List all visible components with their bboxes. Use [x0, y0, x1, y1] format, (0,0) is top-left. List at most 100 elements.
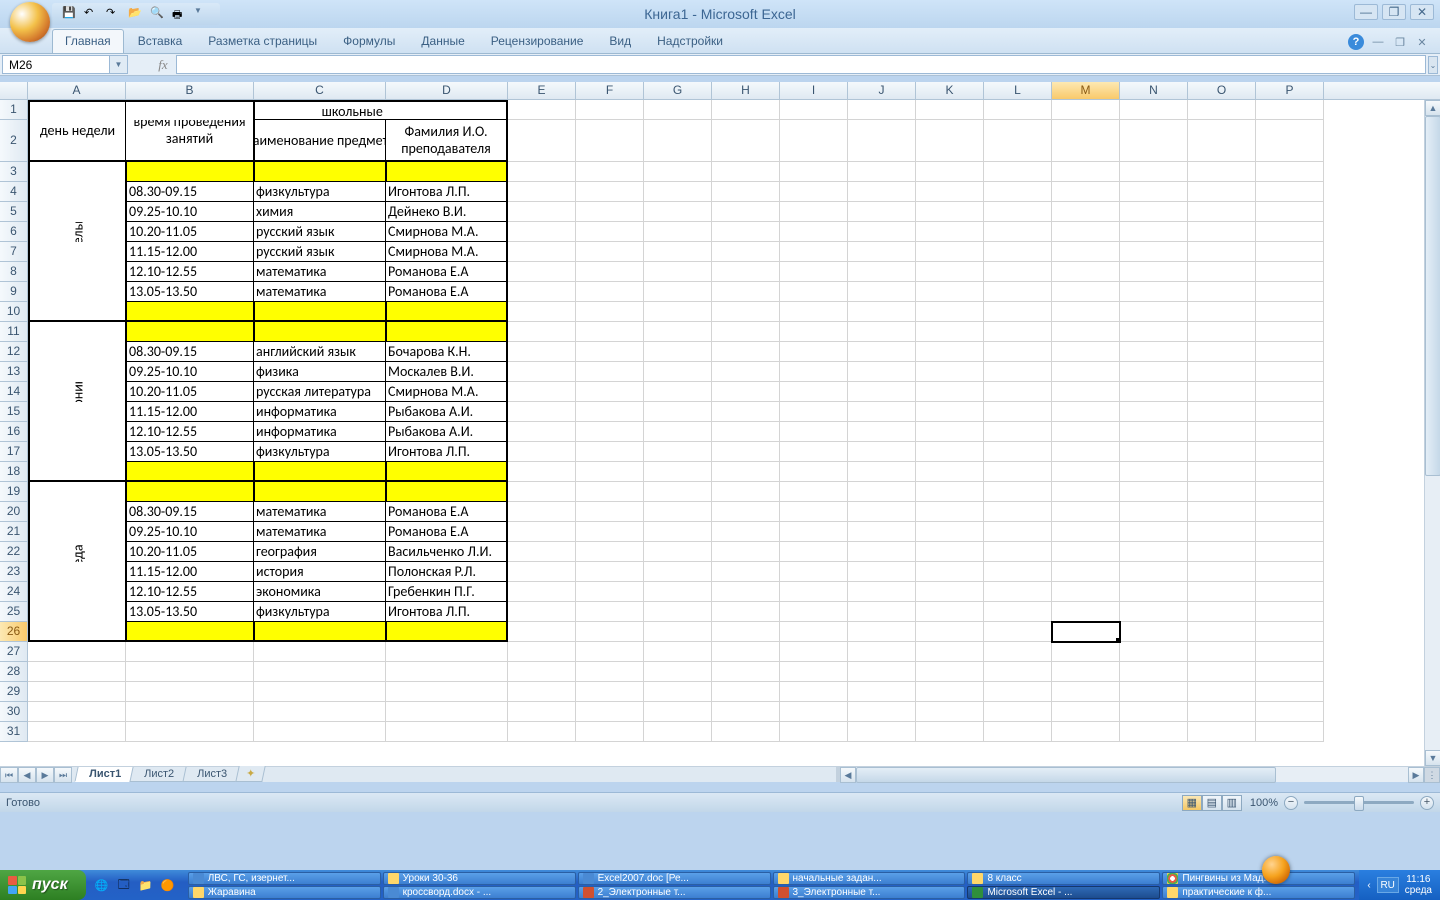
cell-H28[interactable]	[712, 662, 780, 682]
close-button[interactable]: ✕	[1410, 4, 1434, 20]
cell-P28[interactable]	[1256, 662, 1324, 682]
cell-I30[interactable]	[780, 702, 848, 722]
cell-G22[interactable]	[644, 542, 712, 562]
cell-B18[interactable]	[126, 462, 254, 482]
zoom-out-button[interactable]: −	[1284, 796, 1298, 810]
cell-B4[interactable]: 08.30-09.15	[126, 182, 254, 202]
cell-H12[interactable]	[712, 342, 780, 362]
taskbar-button[interactable]: Microsoft Excel - ...	[967, 886, 1160, 899]
ribbon-tab-1[interactable]: Вставка	[126, 30, 195, 53]
cell-M15[interactable]	[1052, 402, 1120, 422]
cell-C2[interactable]: наименование предмета	[254, 120, 386, 162]
cell-K14[interactable]	[916, 382, 984, 402]
cell-N31[interactable]	[1120, 722, 1188, 742]
cell-A8[interactable]	[28, 262, 126, 282]
ribbon-tab-4[interactable]: Данные	[409, 30, 476, 53]
row-header-13[interactable]: 13	[0, 362, 28, 382]
cell-N30[interactable]	[1120, 702, 1188, 722]
cell-B5[interactable]: 09.25-10.10	[126, 202, 254, 222]
cell-D26[interactable]	[386, 622, 508, 642]
cell-F24[interactable]	[576, 582, 644, 602]
cell-G6[interactable]	[644, 222, 712, 242]
cell-J2[interactable]	[848, 120, 916, 162]
cell-N28[interactable]	[1120, 662, 1188, 682]
cell-C7[interactable]: русский язык	[254, 242, 386, 262]
cell-K3[interactable]	[916, 162, 984, 182]
cell-B30[interactable]	[126, 702, 254, 722]
qat-dropdown-icon[interactable]: ▼	[194, 6, 210, 22]
cell-D16[interactable]: Рыбакова А.И.	[386, 422, 508, 442]
cell-A9[interactable]	[28, 282, 126, 302]
cell-G18[interactable]	[644, 462, 712, 482]
cell-K30[interactable]	[916, 702, 984, 722]
cell-K20[interactable]	[916, 502, 984, 522]
cell-D6[interactable]: Смирнова М.А.	[386, 222, 508, 242]
cell-J29[interactable]	[848, 682, 916, 702]
cell-F11[interactable]	[576, 322, 644, 342]
cell-H17[interactable]	[712, 442, 780, 462]
cell-N22[interactable]	[1120, 542, 1188, 562]
cell-H24[interactable]	[712, 582, 780, 602]
cell-F20[interactable]	[576, 502, 644, 522]
cell-K28[interactable]	[916, 662, 984, 682]
cell-H8[interactable]	[712, 262, 780, 282]
cell-M21[interactable]	[1052, 522, 1120, 542]
row-header-12[interactable]: 12	[0, 342, 28, 362]
cell-D21[interactable]: Романова Е.А	[386, 522, 508, 542]
cell-H1[interactable]	[712, 100, 780, 120]
cell-E1[interactable]	[508, 100, 576, 120]
cell-D29[interactable]	[386, 682, 508, 702]
cell-M2[interactable]	[1052, 120, 1120, 162]
cell-A29[interactable]	[28, 682, 126, 702]
cell-M5[interactable]	[1052, 202, 1120, 222]
cell-M3[interactable]	[1052, 162, 1120, 182]
cell-A25[interactable]	[28, 602, 126, 622]
cell-H31[interactable]	[712, 722, 780, 742]
cell-L16[interactable]	[984, 422, 1052, 442]
cell-H3[interactable]	[712, 162, 780, 182]
cell-P6[interactable]	[1256, 222, 1324, 242]
cell-K22[interactable]	[916, 542, 984, 562]
quick-launch-chrome[interactable]: 🌐	[92, 874, 112, 896]
cell-N18[interactable]	[1120, 462, 1188, 482]
row-header-20[interactable]: 20	[0, 502, 28, 522]
cell-E17[interactable]	[508, 442, 576, 462]
cell-P5[interactable]	[1256, 202, 1324, 222]
mdi-minimize-button[interactable]: —	[1370, 35, 1386, 49]
cell-M24[interactable]	[1052, 582, 1120, 602]
cell-C29[interactable]	[254, 682, 386, 702]
cell-A16[interactable]	[28, 422, 126, 442]
column-header-C[interactable]: C	[254, 82, 386, 99]
cell-M4[interactable]	[1052, 182, 1120, 202]
cell-C23[interactable]: история	[254, 562, 386, 582]
cell-I5[interactable]	[780, 202, 848, 222]
cell-O15[interactable]	[1188, 402, 1256, 422]
taskbar-button[interactable]: начальные задан...	[773, 872, 966, 885]
cell-A7[interactable]	[28, 242, 126, 262]
cell-C5[interactable]: химия	[254, 202, 386, 222]
cell-D12[interactable]: Бочарова К.Н.	[386, 342, 508, 362]
cell-E12[interactable]	[508, 342, 576, 362]
cell-J31[interactable]	[848, 722, 916, 742]
cell-A19[interactable]	[28, 482, 126, 502]
cell-N26[interactable]	[1120, 622, 1188, 642]
cell-E19[interactable]	[508, 482, 576, 502]
cell-N25[interactable]	[1120, 602, 1188, 622]
cell-A21[interactable]	[28, 522, 126, 542]
cell-J18[interactable]	[848, 462, 916, 482]
cell-D30[interactable]	[386, 702, 508, 722]
row-header-31[interactable]: 31	[0, 722, 28, 742]
cell-O20[interactable]	[1188, 502, 1256, 522]
cell-G8[interactable]	[644, 262, 712, 282]
cell-K26[interactable]	[916, 622, 984, 642]
column-header-M[interactable]: M	[1052, 82, 1120, 99]
cell-O1[interactable]	[1188, 100, 1256, 120]
zoom-slider[interactable]	[1304, 801, 1414, 804]
cell-N9[interactable]	[1120, 282, 1188, 302]
cell-I11[interactable]	[780, 322, 848, 342]
cell-M8[interactable]	[1052, 262, 1120, 282]
column-header-B[interactable]: B	[126, 82, 254, 99]
column-header-L[interactable]: L	[984, 82, 1052, 99]
cell-I29[interactable]	[780, 682, 848, 702]
cell-L9[interactable]	[984, 282, 1052, 302]
